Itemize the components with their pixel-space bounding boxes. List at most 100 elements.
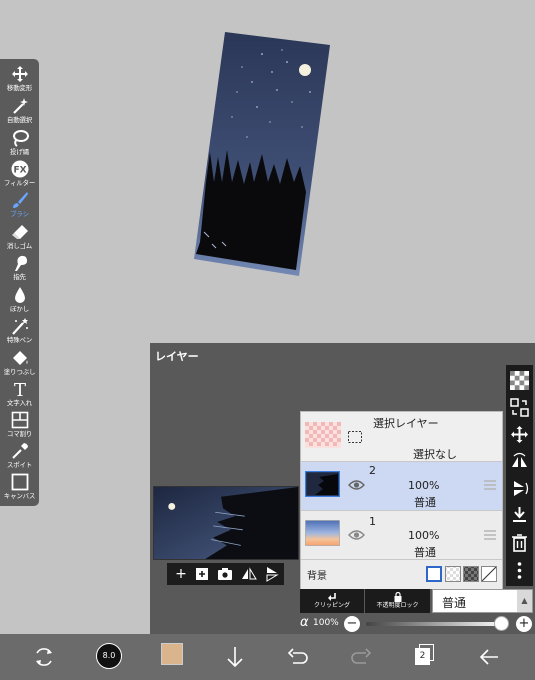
opacity-slider-track[interactable] (366, 622, 506, 626)
selection-layer-thumbnail (305, 422, 341, 448)
move-layer-icon[interactable] (510, 425, 529, 444)
tool-frame-divider[interactable]: コマ割り (0, 411, 39, 443)
layer-blend-mode: 普通 (414, 546, 436, 559)
add-layer-plus-icon[interactable] (194, 566, 210, 582)
background-label: 背景 (307, 571, 327, 582)
filter-icon: FX (11, 160, 28, 178)
tool-label: フィルター (3, 179, 36, 187)
brush-icon (12, 192, 28, 208)
tool-brush[interactable]: ブラシ (0, 191, 39, 223)
drag-handle-icon[interactable] (484, 530, 496, 540)
tool-label: 塗りつぶし (3, 368, 36, 376)
clipping-button[interactable]: クリッピング (300, 589, 364, 613)
back-arrow-icon[interactable] (478, 645, 500, 669)
bg-none-swatch[interactable] (481, 566, 497, 582)
tool-label: キャンバス (3, 492, 36, 500)
canvas-artwork[interactable] (192, 32, 330, 276)
opacity-slider-row: α 100% − + (300, 615, 535, 633)
tool-auto-select[interactable]: 自動選択 (0, 97, 39, 129)
trash-icon[interactable] (510, 533, 529, 552)
brush-size-value: 8.0 (102, 651, 116, 660)
layer-count: 2 (415, 648, 430, 665)
color-swatch[interactable] (161, 643, 183, 665)
layers-button[interactable]: 2 (415, 644, 435, 666)
selection-layer-title: 選択レイヤー (373, 417, 439, 430)
tool-smudge[interactable]: 指先 (0, 254, 39, 286)
bg-transparent-swatch[interactable] (445, 566, 461, 582)
tool-filter[interactable]: FX フィルター (0, 160, 39, 192)
tool-label: 自動選択 (6, 116, 33, 124)
drag-handle-icon[interactable] (484, 480, 496, 490)
text-icon: T (13, 380, 25, 398)
smudge-icon (14, 255, 27, 271)
tool-blur[interactable]: ぼかし (0, 286, 39, 318)
tool-special-pen[interactable]: 特殊ペン (0, 317, 39, 349)
eye-icon[interactable] (348, 479, 365, 491)
blend-mode-select[interactable]: 普通 ▲ (432, 589, 533, 613)
svg-text:FX: FX (13, 166, 26, 176)
clipping-arrow-icon (328, 593, 336, 601)
transfer-icon[interactable] (510, 398, 529, 417)
background-row: 背景 (301, 560, 502, 589)
bg-dark-swatch[interactable] (463, 566, 479, 582)
more-menu-icon[interactable] (510, 561, 529, 580)
layer-opacity: 100% (408, 529, 440, 542)
merge-down-icon[interactable] (510, 506, 529, 525)
layer-mini-toolbar: + (167, 563, 284, 585)
layer-opacity: 100% (408, 479, 440, 492)
opacity-plus-button[interactable]: + (516, 616, 532, 632)
blur-icon (14, 287, 25, 303)
tool-label: ぼかし (10, 305, 29, 313)
redo-icon[interactable] (350, 645, 372, 669)
clipping-label: クリッピング (313, 602, 350, 609)
camera-icon[interactable] (217, 566, 233, 582)
tool-eraser[interactable]: 消しゴム (0, 223, 39, 255)
tool-lasso[interactable]: 投げ縄 (0, 129, 39, 161)
selection-layer-row[interactable]: 選択レイヤー 選択なし (301, 412, 502, 462)
bg-white-swatch[interactable] (426, 566, 442, 582)
layer-row-2[interactable]: 2 100% 普通 (301, 462, 502, 511)
brush-size-indicator[interactable]: 8.0 (96, 643, 122, 669)
opacity-lock-button[interactable]: 不透明度ロック (365, 589, 430, 613)
tool-text[interactable]: T 文字入れ (0, 380, 39, 412)
bucket-icon (12, 351, 27, 365)
canvas-icon (11, 473, 28, 491)
rotate-canvas-icon[interactable] (33, 645, 55, 669)
svg-text:T: T (13, 380, 25, 398)
tool-canvas[interactable]: キャンバス (0, 473, 39, 505)
layer-number: 1 (369, 515, 376, 528)
layer-tools-bar (506, 365, 533, 586)
special-pen-icon (11, 318, 28, 335)
tool-move-transform[interactable]: 移動変形 (0, 65, 39, 97)
tool-label: ブラシ (10, 210, 29, 218)
opacity-slider-knob[interactable] (494, 616, 509, 631)
lasso-icon (12, 130, 29, 147)
eye-icon[interactable] (348, 529, 365, 541)
tool-label: 移動変形 (6, 84, 33, 92)
marquee-icon (348, 431, 362, 443)
flip-v-layer-icon[interactable] (510, 479, 529, 498)
layer-row-1[interactable]: 1 100% 普通 (301, 511, 502, 560)
tool-label: 投げ縄 (10, 148, 29, 156)
tool-label: スポイト (6, 461, 33, 469)
layer-panel: レイヤー + 選択レイヤー 選択なし 2 100% 普通 1 100% 普通 背… (150, 343, 535, 634)
tool-bar: 移動変形 自動選択 投げ縄 FX フィルター ブラシ 消しゴム 指先 ぼかし 特… (0, 59, 39, 506)
eyedropper-icon (11, 443, 28, 459)
tool-label: 指先 (13, 273, 26, 281)
layer-blend-mode: 普通 (414, 496, 436, 509)
tool-fill[interactable]: 塗りつぶし (0, 349, 39, 381)
flip-vertical-icon[interactable] (264, 566, 280, 582)
alpha-symbol: α (300, 615, 309, 630)
undo-icon[interactable] (287, 645, 309, 669)
opacity-minus-button[interactable]: − (344, 616, 360, 632)
add-layer-button[interactable]: + (173, 566, 189, 582)
layer-preview-thumbnail (153, 486, 299, 560)
checker-icon[interactable] (510, 371, 529, 390)
flip-horizontal-icon[interactable] (241, 566, 257, 582)
flip-h-layer-icon[interactable] (510, 452, 529, 471)
bottom-bar: 8.0 2 (0, 634, 535, 680)
selection-status: 選択なし (413, 448, 457, 461)
tool-eyedropper[interactable]: スポイト (0, 442, 39, 474)
download-arrow-icon[interactable] (225, 645, 245, 669)
tool-label: コマ割り (6, 430, 33, 438)
